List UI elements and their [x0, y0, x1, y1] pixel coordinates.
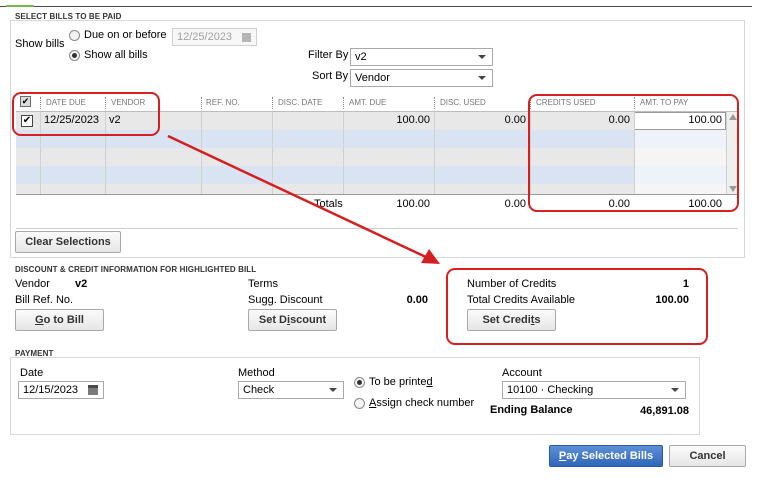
annotation-arrow — [167, 134, 440, 264]
